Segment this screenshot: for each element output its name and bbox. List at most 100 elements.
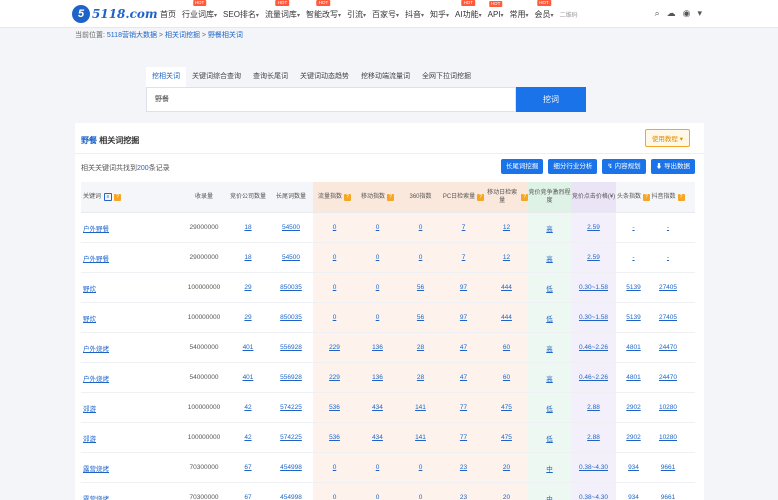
cell-value[interactable]: 4801 <box>626 344 640 351</box>
cell-value[interactable]: 136 <box>372 344 383 351</box>
cell-value[interactable]: 556928 <box>280 344 302 351</box>
cell-value[interactable]: 27405 <box>659 284 677 291</box>
industry-analysis-button[interactable]: 细分行业分析 <box>548 159 598 174</box>
cell-value[interactable]: 0 <box>333 224 337 231</box>
cell-value[interactable]: 0 <box>333 494 337 500</box>
cell-value[interactable]: 2.59 <box>587 254 600 261</box>
cell-value[interactable]: 28 <box>417 344 424 351</box>
cell-value[interactable]: 47 <box>460 374 467 381</box>
nav-item[interactable]: HOT 会员▾ <box>535 0 554 20</box>
tab-related-words[interactable]: 挖相关词 <box>146 67 186 87</box>
help-icon[interactable]: ? <box>344 193 351 201</box>
cell-value[interactable]: 0 <box>376 494 380 500</box>
cell-value[interactable]: 934 <box>628 494 639 500</box>
cell-value[interactable]: 低 <box>546 313 553 323</box>
cell-value[interactable]: 77 <box>460 404 467 411</box>
cell-value[interactable]: 5139 <box>626 314 640 321</box>
cell-value[interactable]: 934 <box>628 464 639 471</box>
cell-value[interactable]: 56 <box>417 284 424 291</box>
cell-value[interactable]: 850035 <box>280 314 302 321</box>
cell-value[interactable]: 556928 <box>280 374 302 381</box>
cell-value[interactable]: 0 <box>419 224 423 231</box>
cell-value[interactable]: 24470 <box>659 344 677 351</box>
breadcrumb-item[interactable]: 相关词挖掘 <box>165 32 200 39</box>
cell-value[interactable]: 23 <box>460 464 467 471</box>
cell-value[interactable]: 高 <box>546 373 553 383</box>
column-header[interactable]: 流量指数? <box>313 182 356 212</box>
cell-value[interactable]: 中 <box>546 463 553 473</box>
keyword-link[interactable]: 野炊 <box>83 283 96 293</box>
column-header[interactable]: 移动指数? <box>356 182 399 212</box>
cell-value[interactable]: 10280 <box>659 404 677 411</box>
export-button[interactable]: ⬇ 导出数据 <box>650 159 695 174</box>
cell-value[interactable]: - <box>667 224 669 231</box>
tab-long-tail[interactable]: 查询长尾词 <box>247 67 294 87</box>
cell-value[interactable]: 5139 <box>626 284 640 291</box>
cell-value[interactable]: 434 <box>372 434 383 441</box>
cell-value[interactable]: 0 <box>419 254 423 261</box>
cell-value[interactable]: 中 <box>546 493 553 500</box>
cell-value[interactable]: 67 <box>244 494 251 500</box>
keyword-link[interactable]: 户外野餐 <box>83 253 109 263</box>
column-header[interactable]: 360指数 <box>399 182 442 212</box>
cell-value[interactable]: 0.30~1.58 <box>579 314 608 321</box>
cell-value[interactable]: 141 <box>415 404 426 411</box>
content-plan-button[interactable]: ↯ 内容规划 <box>602 159 646 174</box>
cell-value[interactable]: 高 <box>546 343 553 353</box>
cell-value[interactable]: - <box>667 254 669 261</box>
cell-value[interactable]: 7 <box>462 254 466 261</box>
cell-value[interactable]: 18 <box>244 254 251 261</box>
cell-value[interactable]: 12 <box>503 254 510 261</box>
cell-value[interactable]: 401 <box>243 374 254 381</box>
cell-value[interactable]: 0.38~4.30 <box>579 464 608 471</box>
nav-item[interactable]: 常用▾ <box>510 9 529 20</box>
site-logo[interactable]: 5 5118.com <box>72 5 158 23</box>
column-header[interactable]: 移动日检索量? <box>485 182 528 212</box>
cell-value[interactable]: 454998 <box>280 494 302 500</box>
cell-value[interactable]: 18 <box>244 224 251 231</box>
cell-value[interactable]: 0.46~2.26 <box>579 374 608 381</box>
cell-value[interactable]: 444 <box>501 314 512 321</box>
help-icon[interactable]: ? <box>387 193 394 201</box>
breadcrumb-item[interactable]: 5118营销大数据 <box>107 32 157 39</box>
tab-mobile-words[interactable]: 挖移动端流量词 <box>355 67 416 87</box>
cell-value[interactable]: 536 <box>329 404 340 411</box>
user-icon[interactable]: ◉ <box>683 8 691 19</box>
column-header[interactable]: 竞价点击价格(¥) <box>571 182 616 212</box>
chevron-down-icon[interactable]: ▾ <box>697 8 702 19</box>
cell-value[interactable]: 29 <box>244 314 251 321</box>
cell-value[interactable]: 475 <box>501 404 512 411</box>
cell-value[interactable]: 低 <box>546 403 553 413</box>
cell-value[interactable]: 23 <box>460 494 467 500</box>
cell-value[interactable]: 20 <box>503 494 510 500</box>
cell-value[interactable]: 97 <box>460 314 467 321</box>
cell-value[interactable]: 401 <box>243 344 254 351</box>
cell-value[interactable]: 9661 <box>661 494 675 500</box>
column-header[interactable]: 竞价竞争激烈程度 <box>528 182 571 212</box>
column-header[interactable]: 收录量 <box>181 182 227 212</box>
cell-value[interactable]: 0.46~2.26 <box>579 344 608 351</box>
search-button[interactable]: 挖词 <box>516 87 586 112</box>
long-tail-button[interactable]: 长尾词挖掘 <box>500 159 544 174</box>
cell-value[interactable]: 47 <box>460 344 467 351</box>
cell-value[interactable]: 2.88 <box>587 434 600 441</box>
cell-value[interactable]: 574225 <box>280 404 302 411</box>
cell-value[interactable]: 97 <box>460 284 467 291</box>
cell-value[interactable]: 29 <box>244 284 251 291</box>
help-icon[interactable]: ? <box>114 193 122 201</box>
cell-value[interactable]: 0 <box>333 254 337 261</box>
cell-value[interactable]: 20 <box>503 464 510 471</box>
nav-item[interactable]: HOT 智能改写▾ <box>306 0 341 20</box>
cell-value[interactable]: 9661 <box>661 464 675 471</box>
cell-value[interactable]: 434 <box>372 404 383 411</box>
help-icon[interactable]: ? <box>677 193 685 201</box>
nav-item[interactable]: 知乎▾ <box>430 9 449 20</box>
cell-value[interactable]: 7 <box>462 224 466 231</box>
keyword-link[interactable]: 露营烧烤 <box>83 493 109 500</box>
column-header[interactable]: 关键词 ≡? <box>81 182 181 212</box>
tab-keyword-trend[interactable]: 关键词动态趋势 <box>294 67 355 87</box>
keyword-link[interactable]: 户外烧烤 <box>83 373 109 383</box>
column-header[interactable]: 竞价公司数量 <box>227 182 269 212</box>
cloud-icon[interactable]: ☁ <box>667 8 676 19</box>
cell-value[interactable]: 0 <box>419 494 423 500</box>
